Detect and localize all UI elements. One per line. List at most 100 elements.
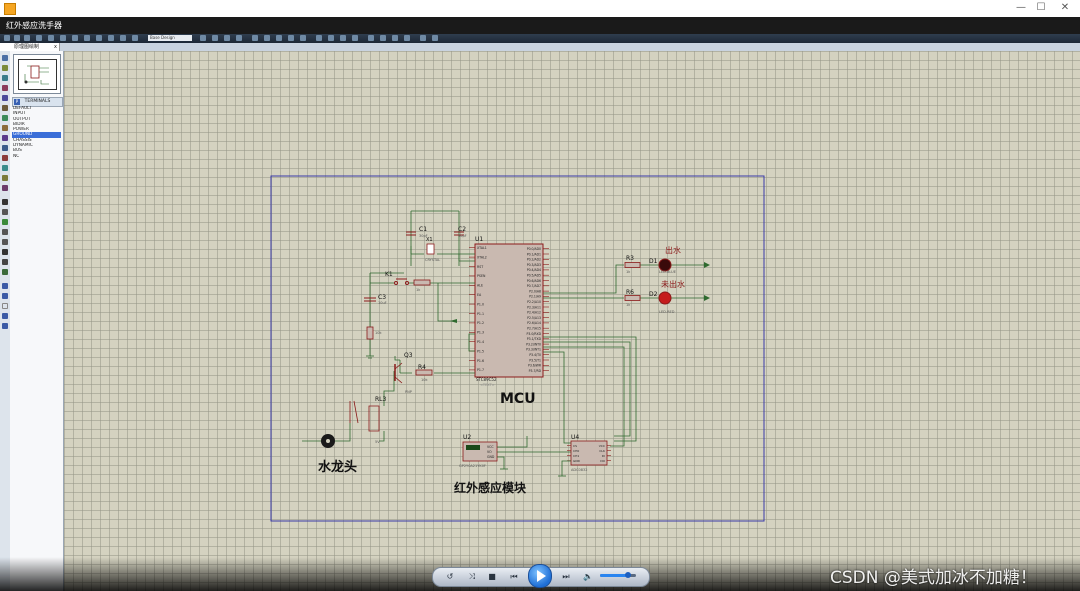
stop-icon[interactable]: ■	[487, 572, 497, 582]
text-script-icon[interactable]	[2, 95, 8, 101]
u1-right-pin-label: P2.4/A12	[527, 311, 541, 315]
block-rotate-icon[interactable]	[340, 35, 346, 41]
next-icon[interactable]: ⏭	[561, 572, 571, 582]
u1-left-pin-label: RST	[477, 265, 483, 269]
symbol-icon[interactable]	[2, 259, 8, 265]
circle-icon[interactable]	[2, 219, 8, 225]
u1-left-pin-label: PSEN	[477, 274, 486, 278]
maximize-button[interactable]: ☐	[1034, 2, 1048, 14]
close-button[interactable]: ✕	[1058, 2, 1072, 14]
paste-icon[interactable]	[300, 35, 306, 41]
play-button[interactable]	[528, 564, 552, 588]
pick-terminal-button[interactable]: P	[14, 99, 20, 105]
rst-resistor	[366, 326, 374, 340]
marker-icon[interactable]	[2, 269, 8, 275]
open-icon[interactable]	[14, 35, 20, 41]
bom-icon[interactable]	[84, 35, 90, 41]
u1-right-pin-label: P2.5/A13	[527, 316, 541, 320]
block-copy-icon[interactable]	[316, 35, 322, 41]
cut-icon[interactable]	[276, 35, 282, 41]
decompose-icon[interactable]	[404, 35, 410, 41]
terminal-item[interactable]: NC	[12, 154, 61, 159]
terminal-icon[interactable]	[2, 125, 8, 131]
minimize-button[interactable]: —	[1014, 2, 1028, 14]
probe-icon[interactable]	[2, 175, 8, 181]
text-icon[interactable]	[2, 249, 8, 255]
shuffle-icon[interactable]: ⤨	[467, 572, 477, 582]
redo-icon[interactable]	[264, 35, 270, 41]
c2-value: 30pF	[458, 234, 467, 238]
r3-symbol	[624, 262, 641, 268]
graph-icon[interactable]	[2, 145, 8, 151]
tab-close-icon[interactable]: x	[54, 43, 57, 51]
refresh-icon[interactable]	[96, 35, 102, 41]
grid-icon[interactable]	[108, 35, 114, 41]
search-icon[interactable]	[432, 35, 438, 41]
line-icon[interactable]	[2, 199, 8, 205]
new-icon[interactable]	[4, 35, 10, 41]
wire-label-icon[interactable]	[2, 85, 8, 91]
home-icon[interactable]	[48, 35, 54, 41]
u2-part: GP2Y0A21YK0F	[459, 464, 486, 468]
overview-window[interactable]	[13, 54, 61, 94]
package-tool-icon[interactable]	[392, 35, 398, 41]
copy-icon[interactable]	[288, 35, 294, 41]
schematic-icon[interactable]	[60, 35, 66, 41]
u1-right-pin-label: P0.7/AD7	[527, 284, 541, 288]
wire-autorouter-icon[interactable]	[420, 35, 426, 41]
faucet-label: 水龙头	[318, 459, 357, 475]
rl3-value: 5V	[375, 440, 380, 444]
path-icon[interactable]	[2, 239, 8, 245]
save-icon[interactable]	[24, 35, 30, 41]
zoom-area-icon[interactable]	[236, 35, 242, 41]
origin-icon[interactable]	[120, 35, 126, 41]
q3-label: Q3	[404, 352, 413, 359]
zoom-in-icon[interactable]	[200, 35, 206, 41]
select-mode-icon[interactable]	[2, 55, 8, 61]
rotate-ccw-icon[interactable]	[2, 293, 8, 299]
u1-right-pin-label: P3.5/T1	[529, 358, 541, 362]
component-mode-icon[interactable]	[2, 65, 8, 71]
box-icon[interactable]	[2, 209, 8, 215]
mirror-x-icon[interactable]	[2, 313, 8, 319]
mirror-y-icon[interactable]	[2, 323, 8, 329]
junction-icon[interactable]	[2, 75, 8, 81]
tape-recorder-icon[interactable]	[2, 155, 8, 161]
undo-icon[interactable]	[252, 35, 258, 41]
u1-right-pin-label: P0.6/AD6	[527, 279, 541, 283]
arc-icon[interactable]	[2, 229, 8, 235]
print-icon[interactable]	[36, 35, 42, 41]
repeat-icon[interactable]: ↺	[445, 572, 455, 582]
u1-left-pin-label: XTAL1	[477, 246, 487, 250]
u1-right-pin-label: P0.2/AD2	[527, 258, 541, 262]
rotate-cw-icon[interactable]	[2, 283, 8, 289]
c2-label: C2	[458, 226, 466, 233]
volume-icon[interactable]: 🔈	[583, 572, 593, 582]
pick-device-icon[interactable]	[368, 35, 374, 41]
pan-icon[interactable]	[132, 35, 138, 41]
subcircuit-icon[interactable]	[2, 115, 8, 121]
adc-wires	[543, 336, 637, 447]
block-move-icon[interactable]	[328, 35, 334, 41]
zoom-all-icon[interactable]	[224, 35, 230, 41]
d1-label: D1	[649, 258, 658, 265]
tab-schematic[interactable]: 原理图绘制 x	[0, 43, 60, 51]
block-delete-icon[interactable]	[352, 35, 358, 41]
d1-part: LED-BLUE	[659, 270, 676, 274]
zoom-out-icon[interactable]	[212, 35, 218, 41]
pcb-icon[interactable]	[72, 35, 78, 41]
u1-text: <TEXT>	[480, 383, 495, 387]
instrument-icon[interactable]	[2, 185, 8, 191]
rst-resistor-value: 10k	[375, 331, 382, 335]
schematic-canvas[interactable]: U1 STC89C52 <TEXT> XTAL1 XTAL2 RST PSEN ALE E…	[64, 51, 1080, 591]
volume-slider[interactable]	[600, 572, 636, 578]
rst-series-value: 1k	[416, 288, 421, 292]
u1-right-pin-label: P2.6/A14	[527, 321, 541, 325]
generator-icon[interactable]	[2, 165, 8, 171]
previous-icon[interactable]: ⏮	[509, 572, 519, 582]
angle-field[interactable]	[2, 303, 8, 309]
design-combo[interactable]: Base Design	[148, 35, 192, 41]
make-device-icon[interactable]	[380, 35, 386, 41]
bus-icon[interactable]	[2, 105, 8, 111]
device-pin-icon[interactable]	[2, 135, 8, 141]
